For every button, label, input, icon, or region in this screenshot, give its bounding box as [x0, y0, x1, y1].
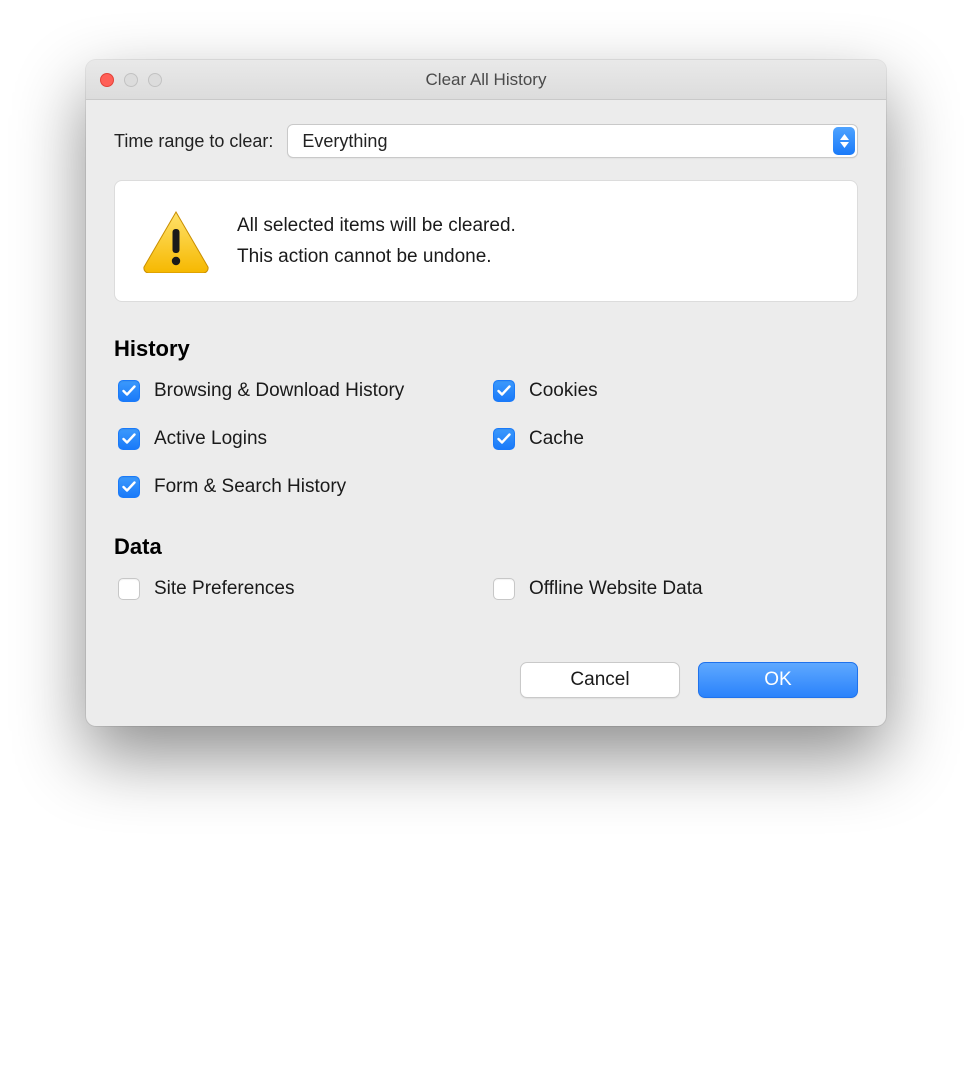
dialog-footer: Cancel OK [114, 662, 858, 698]
checkbox-label: Browsing & Download History [154, 380, 404, 402]
warning-line-1: All selected items will be cleared. [237, 210, 516, 241]
window-title: Clear All History [86, 70, 886, 90]
data-checkboxes: Site Preferences Offline Website Data [114, 578, 858, 600]
checkbox-offline-website-data[interactable]: Offline Website Data [493, 578, 858, 600]
titlebar: Clear All History [86, 60, 886, 100]
checkbox-label: Form & Search History [154, 476, 346, 498]
data-section-heading: Data [114, 534, 858, 560]
checkbox-label: Offline Website Data [529, 578, 703, 600]
minimize-window-button [124, 73, 138, 87]
checkbox-label: Site Preferences [154, 578, 294, 600]
cancel-button[interactable]: Cancel [520, 662, 680, 698]
zoom-window-button [148, 73, 162, 87]
warning-icon [141, 209, 211, 273]
checkbox-cache[interactable]: Cache [493, 428, 858, 450]
warning-box: All selected items will be cleared. This… [114, 180, 858, 302]
dialog-content: Time range to clear: Everything [86, 100, 886, 726]
traffic-lights [86, 73, 162, 87]
time-range-select[interactable]: Everything [287, 124, 858, 158]
checkbox-box [118, 380, 140, 402]
checkbox-box [118, 428, 140, 450]
warning-line-2: This action cannot be undone. [237, 241, 516, 272]
time-range-value: Everything [288, 131, 387, 152]
time-range-label: Time range to clear: [114, 131, 273, 152]
checkbox-browsing-download-history[interactable]: Browsing & Download History [118, 380, 483, 402]
dialog-window: Clear All History Time range to clear: E… [86, 60, 886, 726]
checkbox-cookies[interactable]: Cookies [493, 380, 858, 402]
select-stepper-icon [833, 127, 855, 155]
checkbox-box [493, 578, 515, 600]
history-checkboxes: Browsing & Download History Cookies Acti… [114, 380, 858, 498]
close-window-button[interactable] [100, 73, 114, 87]
time-range-row: Time range to clear: Everything [114, 124, 858, 158]
checkbox-form-search-history[interactable]: Form & Search History [118, 476, 483, 498]
ok-button[interactable]: OK [698, 662, 858, 698]
history-section-heading: History [114, 336, 858, 362]
checkbox-active-logins[interactable]: Active Logins [118, 428, 483, 450]
checkbox-box [118, 578, 140, 600]
checkbox-label: Cookies [529, 380, 598, 402]
warning-text: All selected items will be cleared. This… [237, 210, 516, 273]
checkbox-site-preferences[interactable]: Site Preferences [118, 578, 483, 600]
checkbox-box [118, 476, 140, 498]
checkbox-label: Cache [529, 428, 584, 450]
checkbox-box [493, 380, 515, 402]
checkbox-label: Active Logins [154, 428, 267, 450]
checkbox-box [493, 428, 515, 450]
